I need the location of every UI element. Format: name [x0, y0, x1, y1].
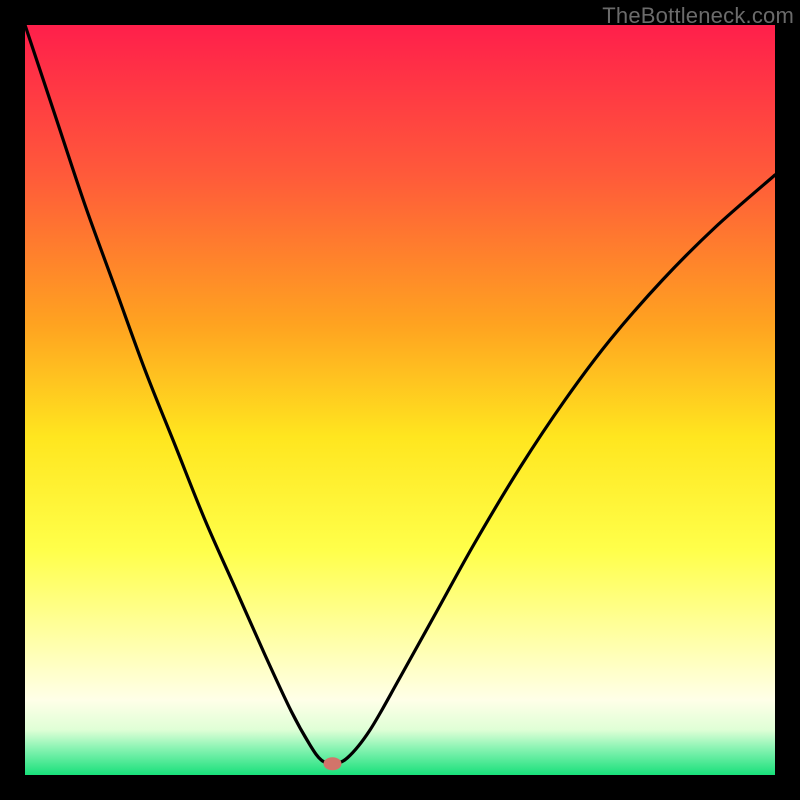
chart-frame: TheBottleneck.com: [0, 0, 800, 800]
gradient-background: [25, 25, 775, 775]
watermark-text: TheBottleneck.com: [602, 3, 794, 29]
chart-svg: [25, 25, 775, 775]
optimum-marker: [324, 757, 342, 770]
plot-area: [25, 25, 775, 775]
